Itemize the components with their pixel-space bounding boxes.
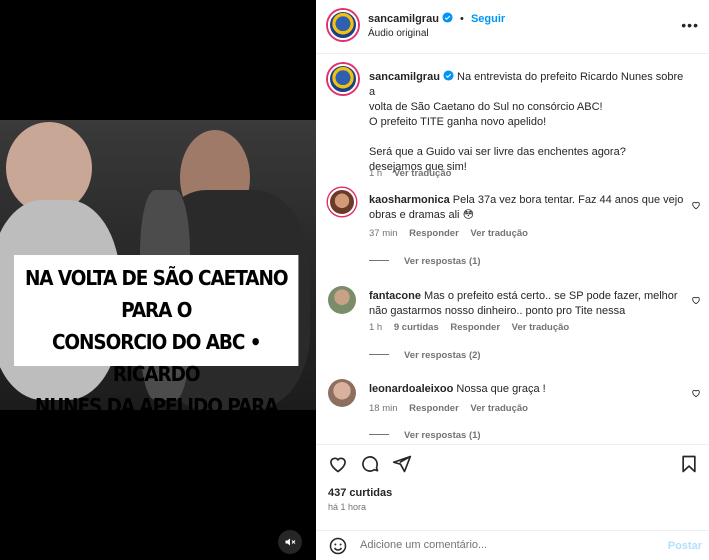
comment-text: fantacone Mas o prefeito está certo.. se… — [369, 289, 687, 319]
comments-scroll-area[interactable]: sancamilgrau Na entrevista do prefeito R… — [316, 54, 709, 444]
like-comment-heart-icon[interactable] — [691, 295, 701, 305]
author-avatar[interactable] — [328, 10, 358, 40]
video-caption-overlay: NA VOLTA DE SÃO CAETANO PARA O CONSORCIO… — [14, 255, 299, 450]
translate-link[interactable]: Ver tradução — [470, 403, 528, 414]
verified-badge-icon — [443, 70, 454, 81]
follow-button[interactable]: Seguir — [471, 13, 505, 25]
caption-line-3: NUNES DA APELIDO PARA TITE — [34, 394, 279, 450]
description-line-2: volta de São Caetano do Sul no consórcio… — [369, 101, 603, 113]
commenter-avatar[interactable] — [328, 379, 356, 407]
post-details-panel: sancamilgrau • Seguir Áudio original •••… — [316, 0, 709, 560]
comment-line-1: Mas o prefeito está certo.. se SP pode f… — [424, 290, 678, 302]
comment-item: kaosharmonica Pela 37a vez bora tentar. … — [316, 188, 709, 288]
post-comment-button[interactable]: Postar — [668, 540, 702, 552]
like-comment-heart-icon[interactable] — [691, 388, 701, 398]
view-replies-button[interactable]: Ver respostas (1) — [369, 430, 481, 441]
commenter-avatar[interactable] — [328, 286, 356, 314]
description-time[interactable]: 1 h — [369, 168, 382, 179]
caption-line-2: CONSORCIO DO ABC • RICARDO — [51, 330, 262, 386]
emoji-smiley-icon[interactable] — [329, 537, 347, 555]
translate-link[interactable]: Ver tradução — [512, 322, 570, 333]
mute-button[interactable] — [278, 530, 302, 554]
comment-line-2: não gastarmos nosso dinheiro.. ponto pro… — [369, 305, 626, 317]
like-comment-heart-icon[interactable] — [691, 200, 701, 210]
comment-item: leonardoaleixoo Nossa que graça ! 18 min… — [316, 378, 709, 444]
comment-line-1: Pela 37a vez bora tentar. Faz 44 anos qu… — [452, 194, 684, 206]
comment-input[interactable] — [360, 539, 640, 551]
post-actions-bar — [316, 444, 709, 480]
comment-time[interactable]: 1 h — [369, 322, 382, 333]
description-translate-link[interactable]: Ver tradução — [394, 168, 452, 179]
author-avatar-small[interactable] — [328, 64, 358, 94]
view-replies-button[interactable]: Ver respostas (2) — [369, 350, 481, 361]
likes-count[interactable]: 437 curtidas — [328, 487, 392, 499]
share-send-icon[interactable] — [392, 454, 412, 474]
comment-emoji: 😳 — [462, 209, 475, 221]
view-replies-button[interactable]: Ver respostas (1) — [369, 256, 481, 267]
comment-text: leonardoaleixoo Nossa que graça ! — [369, 382, 687, 397]
comment-line-1: Nossa que graça ! — [456, 383, 546, 395]
description-line-5: Será que a Guido vai ser livre das enche… — [369, 146, 626, 158]
separator-dot: • — [460, 13, 464, 25]
reply-button[interactable]: Responder — [409, 228, 459, 239]
caption-line-1: NA VOLTA DE SÃO CAETANO PARA O — [24, 266, 289, 322]
comment-line-2: obras e dramas ali — [369, 209, 460, 221]
comment-time[interactable]: 18 min — [369, 403, 398, 414]
commenter-avatar[interactable] — [328, 188, 356, 216]
speaker-muted-icon — [285, 538, 296, 546]
comment-text: kaosharmonica Pela 37a vez bora tentar. … — [369, 193, 687, 223]
add-comment-bar: Postar — [316, 530, 709, 560]
reply-button[interactable]: Responder — [450, 322, 500, 333]
description-meta: 1 h Ver tradução — [369, 168, 460, 179]
comment-bubble-icon[interactable] — [360, 454, 380, 474]
post-media-video[interactable]: NA VOLTA DE SÃO CAETANO PARA O CONSORCIO… — [0, 0, 316, 560]
description-username[interactable]: sancamilgrau — [369, 71, 440, 83]
author-line: sancamilgrau • Seguir — [368, 12, 505, 25]
post-time[interactable]: há 1 hora — [328, 502, 366, 512]
description-line-3: O prefeito TITE ganha novo apelido! — [369, 116, 547, 128]
more-options-icon[interactable]: ••• — [681, 17, 699, 33]
comment-username[interactable]: kaosharmonica — [369, 194, 450, 206]
post-header: sancamilgrau • Seguir Áudio original ••• — [316, 0, 709, 54]
translate-link[interactable]: Ver tradução — [470, 228, 528, 239]
comment-username[interactable]: leonardoaleixoo — [369, 383, 453, 395]
comment-likes[interactable]: 9 curtidas — [394, 322, 439, 333]
verified-badge-icon — [442, 12, 453, 23]
comment-item: fantacone Mas o prefeito está certo.. se… — [316, 286, 709, 386]
post-description: sancamilgrau Na entrevista do prefeito R… — [316, 62, 709, 182]
comment-username[interactable]: fantacone — [369, 290, 421, 302]
description-text: sancamilgrau Na entrevista do prefeito R… — [369, 70, 687, 175]
comment-meta: 1 h 9 curtidas Responder Ver tradução — [369, 322, 578, 333]
comment-meta: 37 min Responder Ver tradução — [369, 228, 537, 239]
audio-label[interactable]: Áudio original — [368, 28, 429, 39]
comment-meta: 18 min Responder Ver tradução — [369, 403, 537, 414]
author-username[interactable]: sancamilgrau — [368, 13, 439, 25]
like-heart-icon[interactable] — [328, 454, 348, 474]
bookmark-save-icon[interactable] — [679, 454, 699, 474]
comment-time[interactable]: 37 min — [369, 228, 398, 239]
reply-button[interactable]: Responder — [409, 403, 459, 414]
